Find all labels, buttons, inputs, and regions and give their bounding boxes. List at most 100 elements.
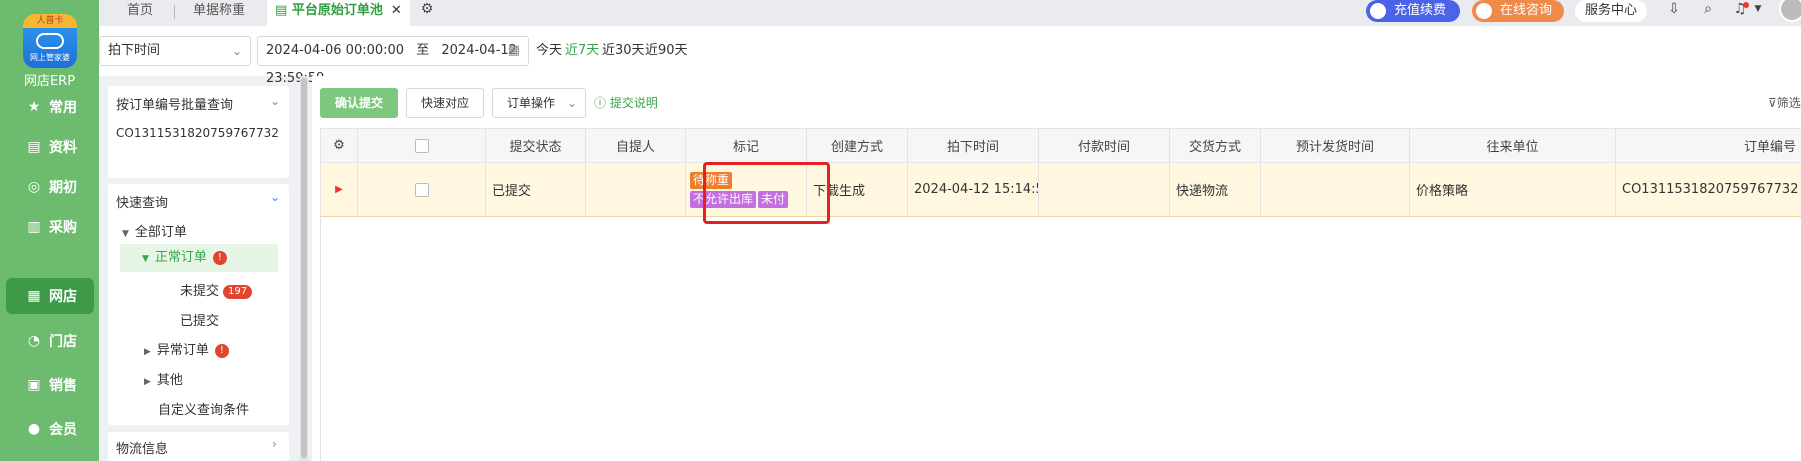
tab-weighing[interactable]: 单据称重 <box>193 0 245 26</box>
header-pickup[interactable]: 自提人 <box>586 129 686 162</box>
left-panel-scrollbar[interactable] <box>300 76 308 461</box>
scrollbar-thumb[interactable] <box>301 78 307 458</box>
quick-30days[interactable]: 近30天 <box>602 36 645 66</box>
date-range-picker[interactable]: 2024-04-06 00:00:00 至 2024-04-12 23:59:5… <box>257 36 529 86</box>
date-separator: 至 <box>416 43 430 58</box>
search-icon[interactable]: ⌕ <box>1699 0 1717 18</box>
logo-subtitle: 网上管家婆 <box>30 53 70 62</box>
table-row[interactable]: ▶ 已提交 待称重 不允许出库 未付 下载生成 2024-04-12 15:14:5… <box>321 163 1801 217</box>
main-content: 确认提交 快速对应 订单操作 ⌄ ⓘ 提交说明 ⊽筛选 ⚙ 提交状态 自提人 标记… <box>312 76 1801 461</box>
tree-all-orders[interactable]: ▼ 全部订单 <box>122 221 187 240</box>
chevron-down-icon[interactable]: ▼ <box>1749 0 1767 18</box>
header-tags[interactable]: 标记 <box>686 129 807 162</box>
confirm-submit-button[interactable]: 确认提交 <box>320 88 398 118</box>
table-header: ⚙ 提交状态 自提人 标记 创建方式 拍下时间 付款时间 交货方式 预计发货时间… <box>321 129 1801 163</box>
nav-item-data[interactable]: ▤ 资料 <box>6 129 94 165</box>
quick-today[interactable]: 今天 <box>536 36 562 66</box>
cell-partner: 价格策略 <box>1410 163 1616 216</box>
header-partner[interactable]: 往来单位 <box>1410 129 1616 162</box>
cell-pay-time <box>1039 163 1170 216</box>
recharge-icon <box>1370 3 1386 19</box>
quick-query-panel: 快速查询 ⌄ ▼ 全部订单 ▼ 正常订单! 未提交 197 已提交 ▶ 异常订单! ▶ 其… <box>108 184 289 425</box>
filter-row: 拍下时间 ⌄ 2024-04-06 00:00:00 至 2024-04-12 2… <box>99 26 1801 86</box>
unsubmitted-count-badge: 197 <box>223 284 253 299</box>
chevron-down-icon[interactable]: ⌄ <box>270 190 280 204</box>
logistics-title: 物流信息 <box>116 442 169 457</box>
chevron-down-icon[interactable]: ⌄ <box>270 94 280 108</box>
tab-home[interactable]: 首页 <box>127 0 153 26</box>
target-icon: ◎ <box>27 179 41 195</box>
quick-query-title: 快速查询 <box>116 196 169 211</box>
nav-item-purchase[interactable]: ▥ 采购 <box>6 209 94 245</box>
tab-order-pool[interactable]: ▤ 平台原始订单池 ✕ <box>267 0 410 26</box>
top-tab-bar: 首页 单据称重 ▤ 平台原始订单池 ✕ ⚙ 充值续费 在线咨询 服务中心 ⇩ ⌕ … <box>99 0 1801 26</box>
nav-item-shop[interactable]: ▦ 网店 <box>6 278 94 314</box>
app-logo[interactable]: 人普卡 网上管家婆 <box>23 14 77 68</box>
caret-down-icon: ▼ <box>122 229 129 239</box>
recharge-button[interactable]: 充值续费 <box>1366 0 1460 22</box>
tree-custom-query[interactable]: 自定义查询条件 <box>158 399 249 418</box>
nav-item-sales[interactable]: ▣ 销售 <box>6 367 94 403</box>
quick-90days[interactable]: 近90天 <box>645 36 688 66</box>
tree-unsubmitted[interactable]: 未提交 197 <box>180 280 253 299</box>
consult-button[interactable]: 在线咨询 <box>1472 0 1564 22</box>
tree-submitted[interactable]: 已提交 <box>180 310 219 329</box>
header-pay-time[interactable]: 付款时间 <box>1039 129 1170 162</box>
tree-other[interactable]: ▶ 其他 <box>144 369 183 388</box>
batch-query-input[interactable]: CO1311531820759767732 <box>116 126 279 140</box>
cloud-icon <box>36 33 64 49</box>
service-center-button[interactable]: 服务中心 <box>1575 0 1648 22</box>
cell-order-time: 2024-04-12 15:14:50 <box>908 163 1039 216</box>
nav-item-store[interactable]: ◔ 门店 <box>6 323 94 359</box>
filter-button[interactable]: ⊽筛选 <box>1768 88 1801 118</box>
quick-7days[interactable]: 近7天 <box>565 36 599 66</box>
header-create-method[interactable]: 创建方式 <box>807 129 908 162</box>
calendar-icon: ▦ <box>507 43 520 58</box>
cell-delivery: 快递物流 <box>1170 163 1261 216</box>
cloud-download-icon[interactable]: ⇩ <box>1665 0 1683 18</box>
caret-right-icon: ▶ <box>144 377 151 387</box>
submit-help-link[interactable]: ⓘ 提交说明 <box>594 88 658 118</box>
quick-match-button[interactable]: 快速对应 <box>406 88 484 118</box>
order-table: ⚙ 提交状态 自提人 标记 创建方式 拍下时间 付款时间 交货方式 预计发货时间… <box>320 128 1801 461</box>
select-all-checkbox[interactable] <box>358 129 486 162</box>
tree-abnormal-orders[interactable]: ▶ 异常订单! <box>144 339 229 358</box>
column-settings-icon[interactable]: ⚙ <box>321 129 358 162</box>
star-icon: ★ <box>27 99 41 115</box>
cell-ship-time <box>1261 163 1410 216</box>
header-ship-time[interactable]: 预计发货时间 <box>1261 129 1410 162</box>
nav-item-member[interactable]: ● 会员 <box>6 411 94 447</box>
header-delivery[interactable]: 交货方式 <box>1170 129 1261 162</box>
main-sidebar: 人普卡 网上管家婆 网店ERP ★ 常用 ▤ 资料 ◎ 期初 ▥ 采购 ▦ 网店 ◔ 门店 … <box>0 0 99 461</box>
chevron-down-icon: ⌄ <box>231 44 242 58</box>
batch-query-panel: 按订单编号批量查询 ⌄ CO1311531820759767732 <box>108 86 289 178</box>
order-ops-dropdown[interactable]: 订单操作 ⌄ <box>492 88 586 118</box>
cell-pickup <box>586 163 686 216</box>
highlight-box <box>703 162 830 224</box>
nav-item-common[interactable]: ★ 常用 <box>6 89 94 125</box>
header-status[interactable]: 提交状态 <box>486 129 586 162</box>
time-type-select[interactable]: 拍下时间 ⌄ <box>99 36 251 66</box>
tree-normal-orders[interactable]: ▼ 正常订单! <box>120 244 278 272</box>
purchase-icon: ▥ <box>27 219 41 235</box>
document-icon: ▤ <box>27 139 41 155</box>
filter-icon: ⊽ <box>1768 96 1777 110</box>
nav-item-initial[interactable]: ◎ 期初 <box>6 169 94 205</box>
close-icon[interactable]: ✕ <box>391 3 402 18</box>
header-order-no[interactable]: 订单编号 <box>1616 129 1801 162</box>
cell-order-no: CO1311531820759767732 <box>1622 182 1799 197</box>
header-order-time[interactable]: 拍下时间 <box>908 129 1039 162</box>
avatar[interactable] <box>1779 0 1801 22</box>
gear-icon[interactable]: ⚙ <box>418 0 436 18</box>
tab-divider <box>174 5 175 19</box>
sales-icon: ▣ <box>27 377 41 393</box>
row-checkbox[interactable] <box>358 163 486 216</box>
chat-icon <box>1476 3 1492 19</box>
chevron-down-icon: ⌄ <box>566 96 577 110</box>
caret-right-icon: ▶ <box>144 347 151 357</box>
logistics-panel[interactable]: 物流信息 › <box>108 432 289 461</box>
order-pool-icon: ▤ <box>275 3 292 18</box>
member-icon: ● <box>27 421 41 437</box>
brand-name: 网店ERP <box>23 74 76 89</box>
logo-badge: 人普卡 <box>23 14 77 28</box>
